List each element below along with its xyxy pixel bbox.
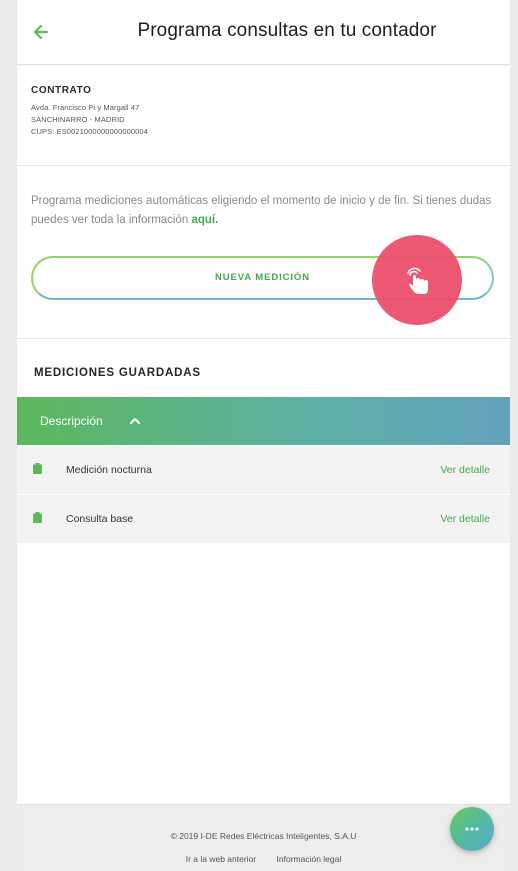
- description-sort-header[interactable]: Descripción: [17, 397, 510, 445]
- measurement-label: Consulta base: [66, 513, 134, 525]
- arrow-left-icon: [33, 24, 49, 40]
- battery-icon: [33, 463, 42, 474]
- description-column-label: Descripción: [40, 414, 103, 428]
- previous-web-link[interactable]: Ir a la web anterior: [186, 854, 256, 864]
- copyright-text: © 2019 I-DE Redes Eléctricas Inteligente…: [170, 831, 357, 841]
- contract-city: SANCHINARRO - MADRID: [31, 115, 125, 124]
- contract-title: CONTRATO: [31, 85, 92, 96]
- chat-button[interactable]: [450, 807, 494, 851]
- measurement-row: Medición nocturna Ver detalle: [17, 446, 510, 495]
- footer-links: Ir a la web anterior Información legal: [17, 854, 510, 864]
- view-detail-link[interactable]: Ver detalle: [440, 513, 490, 525]
- battery-icon: [33, 512, 42, 523]
- tap-hand-icon: [407, 267, 428, 294]
- programa-description: Programa mediciones automáticas eligiend…: [31, 192, 501, 230]
- programa-section: Programa mediciones automáticas eligiend…: [17, 166, 510, 339]
- contract-address: Avda. Francisco Pi y Margall 47: [31, 103, 140, 112]
- chat-bubble-icon: [465, 827, 479, 831]
- page-title: Programa consultas en tu contador: [137, 20, 437, 41]
- contract-section: CONTRATO Avda. Francisco Pi y Margall 47…: [17, 65, 510, 166]
- app-screen: Programa consultas en tu contador CONTRA…: [17, 0, 510, 871]
- programa-text: Programa mediciones automáticas eligiend…: [31, 195, 492, 226]
- back-button[interactable]: [29, 20, 53, 44]
- contract-cups: CUPS: ES0021000000000000004: [31, 127, 148, 136]
- legal-info-link[interactable]: Información legal: [277, 854, 342, 864]
- page-footer: © 2019 I-DE Redes Eléctricas Inteligente…: [17, 804, 510, 871]
- measurement-label: Medición nocturna: [66, 464, 152, 476]
- info-link[interactable]: aquí.: [191, 214, 218, 226]
- tap-indicator: [372, 235, 462, 325]
- saved-measurements-title: MEDICIONES GUARDADAS: [34, 367, 201, 379]
- chevron-up-icon: [130, 418, 140, 424]
- view-detail-link[interactable]: Ver detalle: [440, 464, 490, 476]
- measurement-row: Consulta base Ver detalle: [17, 495, 510, 544]
- top-bar: Programa consultas en tu contador: [17, 0, 510, 65]
